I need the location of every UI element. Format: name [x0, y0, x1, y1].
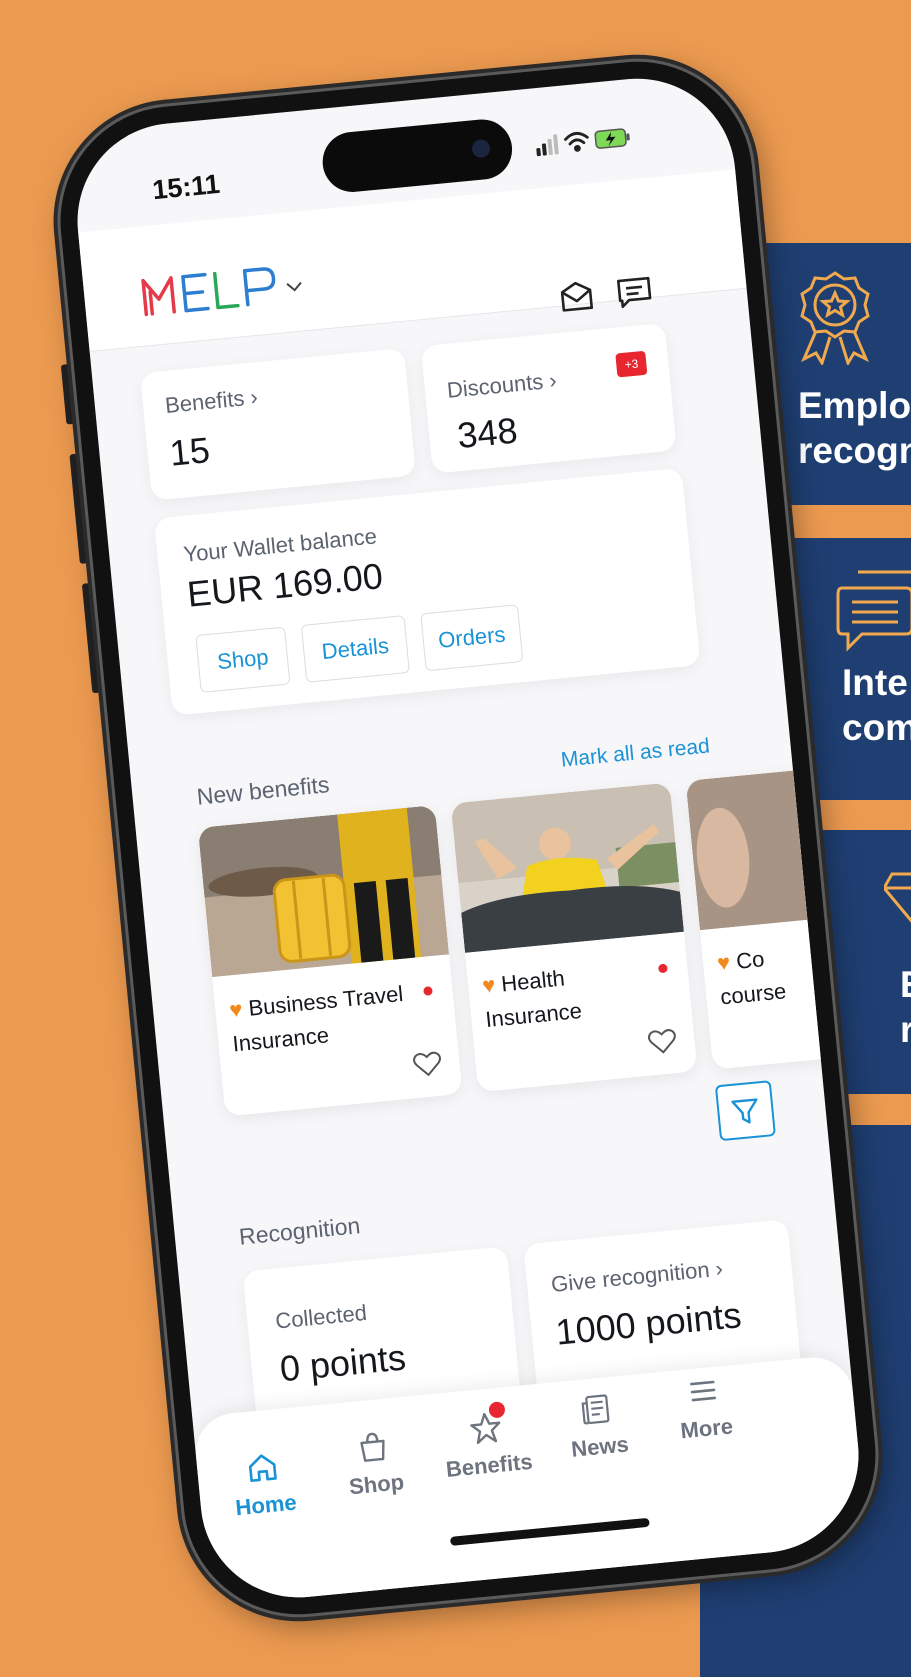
discounts-label: Discounts	[445, 368, 545, 403]
chevron-right-icon: ›	[547, 367, 558, 394]
chat-bubbles-icon	[836, 570, 911, 652]
app-screen: 15:11 Benefits › 15 Discounts › +3 348 Y…	[68, 69, 868, 1607]
collected-label: Collected	[274, 1299, 368, 1334]
status-time: 15:11	[151, 168, 222, 206]
diamond-icon	[884, 872, 911, 923]
collected-points: 0 points	[278, 1336, 408, 1390]
chevron-right-icon: ›	[249, 384, 259, 410]
message-icon[interactable]	[615, 274, 654, 309]
discounts-summary-card[interactable]: Discounts › +3 348	[420, 322, 677, 474]
nav-label: News	[570, 1431, 630, 1462]
nav-label: Shop	[347, 1469, 406, 1500]
news-icon	[581, 1394, 610, 1425]
orange-heart-icon: ♥	[228, 995, 250, 1023]
heart-icon[interactable]	[647, 1027, 677, 1056]
nav-more[interactable]: More	[647, 1369, 763, 1447]
benefit-card[interactable]: ♥ Business Travel Insurance	[197, 805, 463, 1117]
nav-shop[interactable]: Shop	[317, 1425, 433, 1503]
phone-mockup: 15:11 Benefits › 15 Discounts › +3 348 Y…	[46, 47, 890, 1629]
recognition-heading: Recognition	[237, 1212, 362, 1250]
nav-benefits[interactable]: Benefits	[429, 1406, 545, 1484]
wifi-icon	[564, 132, 589, 152]
award-badge-icon	[800, 271, 870, 365]
unread-dot	[657, 963, 668, 974]
filter-button[interactable]	[714, 1080, 776, 1142]
nav-label: Benefits	[444, 1448, 534, 1482]
travel-photo	[197, 805, 450, 978]
chevron-down-icon[interactable]	[284, 279, 305, 295]
wallet-orders-button[interactable]: Orders	[420, 604, 524, 672]
new-discounts-badge: +3	[615, 350, 648, 378]
mark-all-read-link[interactable]: Mark all as read	[560, 734, 711, 772]
panel-heading: Inte com	[842, 662, 911, 748]
menu-icon	[690, 1380, 717, 1402]
car-photo	[450, 782, 684, 953]
give-recognition-points: 1000 points	[553, 1294, 744, 1353]
wallet-card: Your Wallet balance EUR 169.00 Shop Deta…	[153, 467, 701, 716]
discounts-count: 348	[455, 409, 520, 457]
filter-icon	[731, 1098, 758, 1124]
melp-logo	[141, 267, 276, 317]
benefit-title: Business Travel Insurance	[231, 980, 405, 1057]
heart-icon[interactable]	[412, 1050, 442, 1079]
chevron-right-icon: ›	[714, 1255, 724, 1282]
nav-news[interactable]: News	[540, 1387, 656, 1465]
panel-heading: E r	[900, 964, 911, 1050]
envelope-icon[interactable]	[557, 279, 596, 314]
panel-heading: Emplo recogn	[798, 385, 911, 471]
benefits-summary-card[interactable]: Benefits › 15	[139, 347, 416, 501]
nav-label: Home	[234, 1489, 298, 1521]
new-benefits-heading: New benefits	[195, 771, 331, 810]
give-recognition-label: Give recognition	[549, 1256, 711, 1298]
status-icons	[536, 128, 630, 157]
orange-heart-icon: ♥	[481, 971, 503, 999]
orange-heart-icon: ♥	[715, 948, 738, 976]
nav-label: More	[679, 1413, 735, 1444]
shop-icon	[360, 1432, 385, 1462]
benefit-card[interactable]: ♥ Health Insurance	[450, 782, 698, 1093]
signal-icon	[536, 134, 559, 157]
wallet-details-button[interactable]: Details	[300, 615, 410, 683]
wallet-shop-button[interactable]: Shop	[195, 626, 291, 693]
nav-home[interactable]: Home	[206, 1445, 322, 1523]
benefits-count: 15	[167, 429, 212, 474]
benefits-label: Benefits	[163, 385, 246, 418]
dynamic-island	[319, 116, 515, 195]
battery-icon	[594, 128, 630, 149]
home-icon	[248, 1454, 277, 1482]
unread-dot	[423, 986, 433, 996]
